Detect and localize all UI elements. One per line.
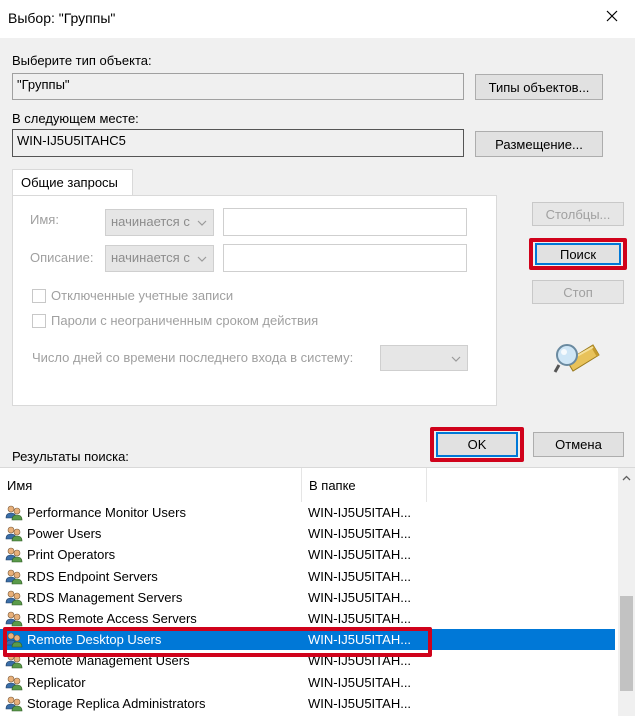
row-name: RDS Management Servers <box>27 589 183 605</box>
column-header-name[interactable]: Имя <box>0 468 302 502</box>
row-folder: WIN-IJ5U5ITAH... <box>308 674 412 690</box>
row-name: RDS Endpoint Servers <box>27 568 158 584</box>
search-results-list: Имя В папке Performance Monitor Users WIN… <box>0 467 635 716</box>
select-groups-dialog: Выбор: "Группы" Выберите тип объекта: "Г… <box>0 0 635 716</box>
vertical-scrollbar[interactable] <box>618 468 635 716</box>
location-label: В следующем месте: <box>12 111 139 126</box>
row-folder: WIN-IJ5U5ITAH... <box>308 611 412 626</box>
name-match-combo[interactable]: начинается с <box>105 209 214 236</box>
description-input[interactable] <box>223 244 467 272</box>
group-icon <box>5 696 23 712</box>
chevron-down-icon <box>197 220 207 226</box>
days-since-logon-combo[interactable] <box>380 345 468 371</box>
table-row[interactable]: Remote Management Users WIN-IJ5U5ITAH... <box>0 650 615 671</box>
group-icon <box>5 526 23 542</box>
row-name: Power Users <box>27 526 102 542</box>
row-folder: WIN-IJ5U5ITAH... <box>308 632 412 648</box>
search-button[interactable]: Поиск <box>535 243 621 265</box>
group-icon <box>5 590 23 606</box>
row-folder: WIN-IJ5U5ITAH... <box>308 589 412 605</box>
table-row[interactable]: RDS Management Servers WIN-IJ5U5ITAH... <box>0 587 615 608</box>
search-results-label: Результаты поиска: <box>12 449 129 464</box>
close-icon <box>606 10 618 22</box>
table-row[interactable]: Storage Replica Administrators WIN-IJ5U5I… <box>0 693 615 714</box>
group-icon <box>5 505 23 521</box>
search-flashlight-icon <box>553 344 600 373</box>
disabled-accounts-label: Отключенные учетные записи <box>51 288 234 303</box>
title-bar: Выбор: "Группы" <box>0 0 635 38</box>
stop-button[interactable]: Стоп <box>532 280 624 304</box>
row-name: Storage Replica Administrators <box>27 695 206 711</box>
scroll-up-icon[interactable] <box>622 474 631 483</box>
days-since-logon-label: Число дней со времени последнего входа в… <box>32 350 354 365</box>
ok-button[interactable]: OK <box>436 432 518 457</box>
row-name: Remote Management Users <box>27 653 190 669</box>
table-row[interactable]: Power Users WIN-IJ5U5ITAH... <box>0 523 615 544</box>
table-row[interactable]: Print Operators WIN-IJ5U5ITAH... <box>0 544 615 565</box>
name-label: Имя: <box>30 212 59 227</box>
name-match-combo-value: начинается с <box>111 214 190 229</box>
chevron-down-icon <box>451 356 461 362</box>
row-folder: WIN-IJ5U5ITAH... <box>308 526 412 542</box>
cancel-button[interactable]: Отмена <box>533 432 624 457</box>
group-icon <box>5 548 23 563</box>
tab-common-queries[interactable]: Общие запросы <box>12 169 133 196</box>
group-icon <box>5 569 23 584</box>
group-icon <box>5 675 23 690</box>
table-row[interactable]: Remote Desktop Users WIN-IJ5U5ITAH... <box>0 629 615 651</box>
row-name: Remote Desktop Users <box>27 632 162 648</box>
row-folder: WIN-IJ5U5ITAH... <box>308 505 412 520</box>
no-expire-passwords-label: Пароли с неограниченным сроком действия <box>51 313 319 328</box>
row-name: Performance Monitor Users <box>27 505 186 520</box>
column-header-folder[interactable]: В папке <box>302 468 427 502</box>
locations-button[interactable]: Размещение... <box>475 131 603 157</box>
no-expire-passwords-checkbox[interactable] <box>32 314 46 328</box>
object-type-label: Выберите тип объекта: <box>12 53 152 68</box>
description-match-combo-value: начинается с <box>111 250 190 265</box>
disabled-accounts-checkbox[interactable] <box>32 289 46 303</box>
location-field: WIN-IJ5U5ITAHC5 <box>12 129 464 157</box>
row-folder: WIN-IJ5U5ITAH... <box>308 547 412 563</box>
window-title: Выбор: "Группы" <box>8 10 116 26</box>
description-label: Описание: <box>30 250 94 265</box>
row-folder: WIN-IJ5U5ITAH... <box>308 653 412 669</box>
close-button[interactable] <box>589 0 635 32</box>
table-row[interactable]: Replicator WIN-IJ5U5ITAH... <box>0 672 615 693</box>
group-icon <box>5 632 23 648</box>
common-queries-panel: Имя: начинается с Описание: начинается с… <box>12 195 497 406</box>
object-type-field: "Группы" <box>12 73 464 100</box>
group-icon <box>5 654 23 669</box>
object-types-button[interactable]: Типы объектов... <box>475 74 603 100</box>
row-folder: WIN-IJ5U5ITAH... <box>308 568 412 584</box>
row-name: Print Operators <box>27 547 116 563</box>
scroll-thumb[interactable] <box>620 596 633 691</box>
description-match-combo[interactable]: начинается с <box>105 245 214 272</box>
row-name: RDS Remote Access Servers <box>27 611 197 626</box>
row-name: Replicator <box>27 674 86 690</box>
table-row[interactable]: Performance Monitor Users WIN-IJ5U5ITAH..… <box>0 502 615 523</box>
columns-button[interactable]: Столбцы... <box>532 202 624 226</box>
row-folder: WIN-IJ5U5ITAH... <box>308 695 412 711</box>
table-row[interactable]: RDS Endpoint Servers WIN-IJ5U5ITAH... <box>0 566 615 587</box>
name-input[interactable] <box>223 208 467 236</box>
group-icon <box>5 611 23 627</box>
table-row[interactable]: RDS Remote Access Servers WIN-IJ5U5ITAH..… <box>0 608 615 629</box>
chevron-down-icon <box>197 256 207 262</box>
